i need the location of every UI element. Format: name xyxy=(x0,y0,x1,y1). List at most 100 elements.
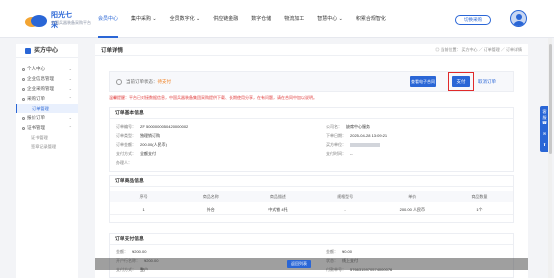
main-header: 订单详情 ◎ 当前位置： 买方中心 ／ 订单管理 ／ 订单详情 xyxy=(95,44,528,56)
breadcrumb[interactable]: ◎ 当前位置： 买方中心 ／ 订单管理 ／ 订单详情 xyxy=(435,47,522,53)
order-icon xyxy=(22,98,25,101)
nav-central-purchase[interactable]: 集中采购 ⌄ xyxy=(131,0,157,38)
order-no: 订单编号： ZF 5000000050420000002 xyxy=(116,124,189,129)
site-logo[interactable]: 阳光七采 中国兵器装备采购平台 xyxy=(24,9,91,31)
nav-compliance[interactable]: 积累合规智化 xyxy=(356,0,386,38)
section-title: 订单支付信息 xyxy=(110,234,513,245)
order-amount: 订单金额： 200.00(人民币) xyxy=(116,142,167,147)
chevron-down-icon: ⌄ xyxy=(68,66,72,71)
sidebar-item-label: 个人中心 xyxy=(27,66,45,71)
sidebar-item-purchase-orders[interactable]: 采购订单 ⌃ xyxy=(16,94,78,104)
buyer-unit: 买方单位： xyxy=(326,142,380,148)
nav-warehouse[interactable]: 数字仓储 xyxy=(251,0,271,38)
top-bar: 阳光七采 中国兵器装备采购平台 会员中心 集中采购 ⌄ 全员数字化 ⌄ 供应链金… xyxy=(0,0,554,38)
mail-icon[interactable]: ✉ xyxy=(541,131,548,136)
order-time: 下单日期： 2025-04-28 13:09:21 xyxy=(326,133,388,138)
chevron-down-icon: ⌄ xyxy=(68,76,72,81)
avatar-head xyxy=(516,14,522,20)
back-to-top-icon[interactable]: ⬆ xyxy=(541,142,548,147)
redacted-value xyxy=(350,142,380,147)
sidebar-sub-sign-records[interactable]: 签章记录管理 xyxy=(16,142,78,151)
bottom-action-bar: 返回列表 xyxy=(95,258,528,270)
col-header: 商品描述 xyxy=(269,194,286,199)
sidebar-item-label: 证书管理 xyxy=(27,125,45,130)
sidebar-item-company-purchase[interactable]: 企业采购管理 ⌄ xyxy=(16,84,78,94)
company: 公司名： 缺席中心服务 xyxy=(326,124,370,129)
col-header: 单价 xyxy=(408,194,417,199)
chevron-down-icon: ⌄ xyxy=(68,115,72,120)
goods-table-header: 序号 商品名称 商品描述 规格型号 单价 商品数量 xyxy=(110,191,513,202)
table-cell: 200.00 人民币 xyxy=(399,207,425,212)
pay-button[interactable]: 支付 xyxy=(452,76,470,87)
status-text: 当前订单状态：待支付 xyxy=(126,79,171,85)
agent: 办理人： xyxy=(116,160,132,165)
status-value: 待支付 xyxy=(157,79,172,84)
order-status-box: 当前订单状态：待支付 查看电子合同 支付 取消订单 xyxy=(109,71,514,92)
avatar[interactable] xyxy=(510,10,527,27)
nav-digital[interactable]: 全员数字化 ⌄ xyxy=(170,0,201,38)
col-header: 商品名称 xyxy=(202,194,219,199)
nav-member-center[interactable]: 会员中心 xyxy=(98,0,119,38)
nav-logistics[interactable]: 物流加工 xyxy=(284,0,304,38)
warning-text: 温馨提醒：平台已对接数据信息，中国兵器装备集团采购提供下载、长期使用分享，在有问… xyxy=(109,95,317,100)
col-header: 规格型号 xyxy=(337,194,354,199)
nav-finance[interactable]: 供应链金融 xyxy=(213,0,238,38)
page-title: 订单详情 xyxy=(101,48,124,54)
sidebar-item-certificates[interactable]: 证书管理 ⌃ xyxy=(16,123,78,133)
col-header: 商品数量 xyxy=(471,194,488,199)
main-panel: 订单详情 ◎ 当前位置： 买方中心 ／ 订单管理 ／ 订单详情 当前订单状态：待… xyxy=(95,44,528,278)
cloud-logo-icon xyxy=(25,15,47,27)
sidebar-item-personal[interactable]: 个人中心 ⌄ xyxy=(16,64,78,74)
chevron-down-icon: ⌄ xyxy=(68,86,72,91)
main-nav: 会员中心 集中采购 ⌄ 全员数字化 ⌄ 供应链金融 数字仓储 物流加工 智慧中心… xyxy=(98,0,399,38)
logo-subtitle: 中国兵器装备采购平台 xyxy=(51,20,91,25)
order-payment-section: 订单支付信息 金额：¥200.00 开户行名称：¥200.00 支付方式：整户 … xyxy=(109,233,514,278)
order-goods-section: 订单商品信息 序号 商品名称 商品描述 规格型号 单价 商品数量 1 外台 中式… xyxy=(109,175,514,223)
info-icon xyxy=(116,79,122,85)
section-title: 订单基本信息 xyxy=(110,108,513,119)
paid-amount: 金额： ¥0.00 xyxy=(326,249,353,254)
sidebar-item-label: 采购订单 xyxy=(27,96,45,101)
page-scrollbar[interactable] xyxy=(548,38,552,278)
sidebar-item-quote-orders[interactable]: 报价订单 ⌄ xyxy=(16,113,78,123)
view-contract-button[interactable]: 查看电子合同 xyxy=(410,76,436,87)
order-type: 订单类型： 独理销订购 xyxy=(116,133,160,138)
nav-smart-center[interactable]: 智慧中心 ⌄ xyxy=(317,0,343,38)
back-to-list-button[interactable]: 返回列表 xyxy=(287,260,311,268)
buyer-center-icon xyxy=(25,47,31,54)
sidebar-title: 买方中心 xyxy=(34,47,59,54)
chevron-up-icon: ⌃ xyxy=(68,96,72,101)
pay-time: 支付时间： -- xyxy=(326,151,353,156)
chevron-up-icon: ⌃ xyxy=(68,125,72,130)
sidebar-sub-order-manage[interactable]: 订单管理 xyxy=(16,104,78,113)
personal-icon xyxy=(22,68,25,71)
purchase-icon xyxy=(22,88,25,91)
sidebar-item-label: 企业采购管理 xyxy=(27,86,54,91)
table-cell: 1 xyxy=(142,207,145,212)
company-icon xyxy=(22,78,25,81)
quote-icon xyxy=(22,117,25,120)
sidebar-item-label: 企业信息管理 xyxy=(27,76,54,81)
table-cell: 外台 xyxy=(206,207,215,212)
sidebar: 买方中心 个人中心 ⌄ 企业信息管理 ⌄ 企业采购管理 ⌄ 采购订单 ⌃ 订单管… xyxy=(16,44,78,278)
pay-method: 支付方式： 全额支付 xyxy=(116,151,156,156)
cancel-order-button[interactable]: 取消订单 xyxy=(478,76,496,87)
col-header: 序号 xyxy=(139,194,148,199)
phone-icon[interactable]: ☎ xyxy=(541,120,548,125)
avatar-body xyxy=(513,21,525,26)
table-row: 1 外台 中式铁 4托 - 200.00 人民币 1个 xyxy=(110,204,513,215)
switch-purchase-button[interactable]: 切换采购 xyxy=(455,15,491,25)
sidebar-sub-cert-manage[interactable]: 证书管理 xyxy=(16,133,78,142)
table-cell: - xyxy=(344,207,346,212)
sidebar-header: 买方中心 xyxy=(16,44,78,58)
status-label: 当前订单状态： xyxy=(126,79,158,84)
certificate-icon xyxy=(22,127,25,130)
section-title: 订单商品信息 xyxy=(110,176,513,187)
sidebar-item-label: 报价订单 xyxy=(27,115,45,120)
pay-amount: 金额： ¥200.00 xyxy=(116,249,147,254)
table-cell: 中式铁 4托 xyxy=(268,207,288,212)
sidebar-item-company-info[interactable]: 企业信息管理 ⌄ xyxy=(16,74,78,84)
order-basic-section: 订单基本信息 订单编号： ZF 5000000050420000002 订单类型：… xyxy=(109,107,514,172)
scrollbar-thumb[interactable] xyxy=(548,44,552,154)
table-cell: 1个 xyxy=(476,207,483,212)
